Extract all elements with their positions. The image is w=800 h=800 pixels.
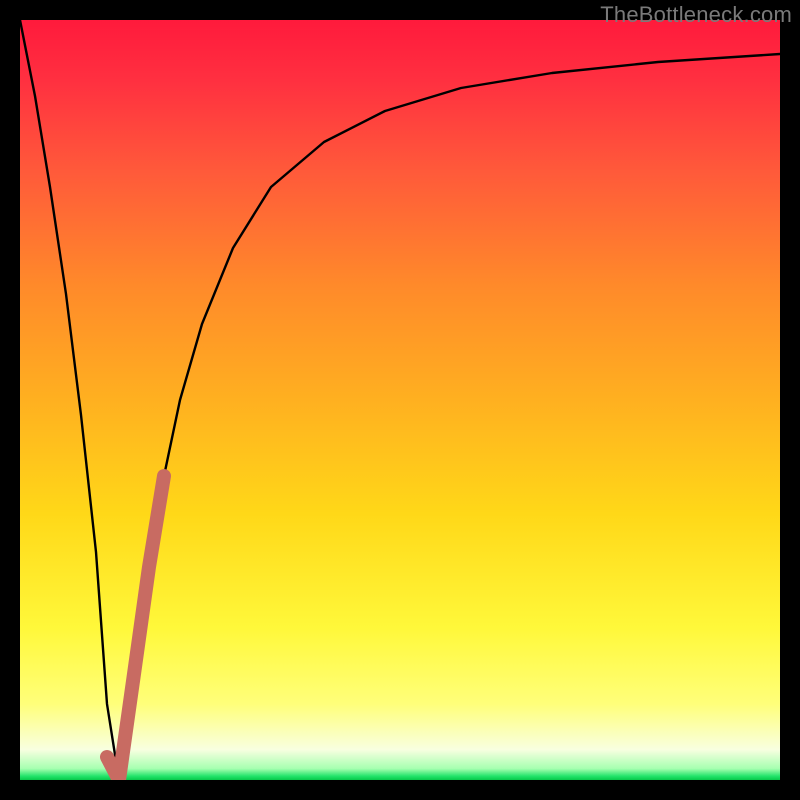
curve-layer [20,20,780,780]
plot-area [20,20,780,780]
highlight-segment [107,476,164,780]
chart-frame: TheBottleneck.com [0,0,800,800]
watermark-text: TheBottleneck.com [600,2,792,28]
